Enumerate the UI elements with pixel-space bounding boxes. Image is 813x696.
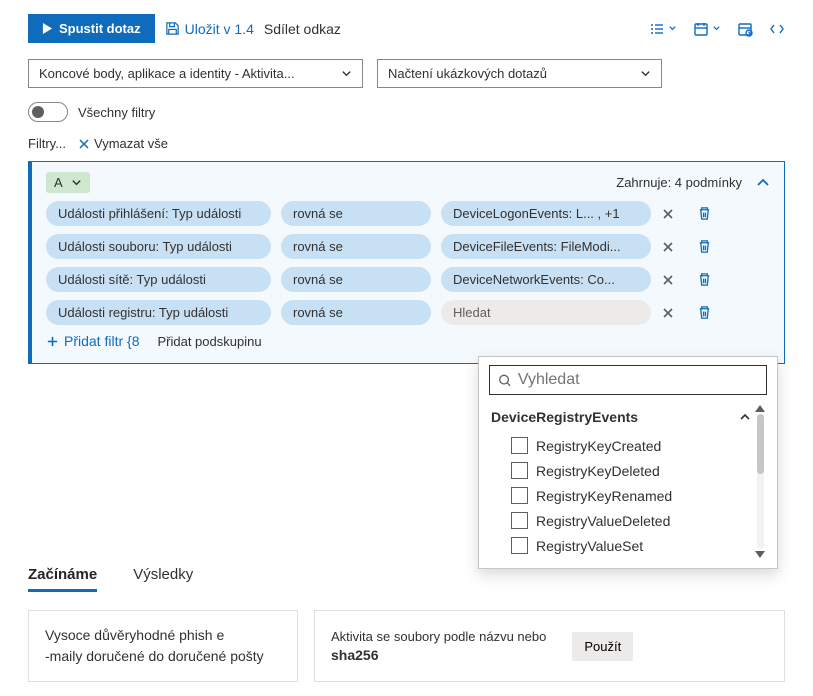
search-icon <box>498 373 512 388</box>
field-pill[interactable]: Události přihlášení: Typ události <box>46 201 271 226</box>
popup-search-input[interactable] <box>518 371 758 389</box>
clear-all-label: Vymazat vše <box>94 136 168 151</box>
group-operator-chip[interactable]: A <box>46 172 90 193</box>
tab-results[interactable]: Výsledky <box>133 566 193 592</box>
field-pill[interactable]: Události sítě: Typ události <box>46 267 271 292</box>
value-picker-popup: DeviceRegistryEvents RegistryKeyCreatedR… <box>478 356 778 569</box>
samples-dropdown[interactable]: Načtení ukázkových dotazů <box>377 59 662 88</box>
clear-value-icon[interactable] <box>661 306 675 320</box>
popup-option[interactable]: RegistryKeyRenamed <box>489 483 753 508</box>
delete-row-icon[interactable] <box>697 239 712 254</box>
apply-button[interactable]: Použít <box>572 632 633 661</box>
run-query-button[interactable]: Spustit dotaz <box>28 14 155 43</box>
save-button[interactable]: Uložit v 1.4 <box>165 21 254 37</box>
scope-dropdown[interactable]: Koncové body, aplikace a identity - Akti… <box>28 59 363 88</box>
popup-option[interactable]: RegistryKeyDeleted <box>489 458 753 483</box>
list-view-icon[interactable] <box>649 21 677 37</box>
sample-query-card-phish[interactable]: Vysoce důvěryhodné phish e -maily doruče… <box>28 610 298 682</box>
scope-label: Koncové body, aplikace a identity - Akti… <box>39 66 295 81</box>
value-pill[interactable]: Hledat <box>441 300 651 325</box>
clear-all-button[interactable]: Vymazat vše <box>78 136 168 151</box>
all-filters-toggle[interactable] <box>28 102 68 122</box>
value-pill[interactable]: DeviceFileEvents: FileModi... <box>441 234 651 259</box>
condition-row: Události sítě: Typ události rovná se Devic… <box>46 267 770 292</box>
popup-scrollbar[interactable] <box>753 405 767 558</box>
schedule-icon[interactable] <box>737 21 753 37</box>
clear-value-icon[interactable] <box>661 273 675 287</box>
delete-row-icon[interactable] <box>697 305 712 320</box>
value-pill[interactable]: DeviceNetworkEvents: Co... <box>441 267 651 292</box>
popup-group-header[interactable]: DeviceRegistryEvents <box>489 405 753 433</box>
checkbox[interactable] <box>511 487 528 504</box>
group-summary: Zahrnuje: 4 podmínky <box>616 175 742 190</box>
file-card-bold: sha256 <box>331 647 546 663</box>
operator-pill[interactable]: rovná se <box>281 201 431 226</box>
condition-row: Události souboru: Typ události rovná se De… <box>46 234 770 259</box>
field-pill[interactable]: Události souboru: Typ události <box>46 234 271 259</box>
toolbar: Spustit dotaz Uložit v 1.4 Sdílet odkaz <box>28 14 785 43</box>
chevron-up-icon <box>739 411 751 423</box>
tab-getting-started[interactable]: Začínáme <box>28 566 97 592</box>
checkbox[interactable] <box>511 512 528 529</box>
clear-value-icon[interactable] <box>661 240 675 254</box>
add-filter-label: Přidat filtr {8 <box>64 333 139 349</box>
sample-query-card-file: Aktivita se soubory podle názvu nebo sha… <box>314 610 785 682</box>
scroll-down-icon[interactable] <box>755 551 765 558</box>
condition-row: Události přihlášení: Typ události rovná s… <box>46 201 770 226</box>
filters-link[interactable]: Filtry... <box>28 136 66 151</box>
code-icon[interactable] <box>769 21 785 37</box>
popup-option[interactable]: RegistryKeyCreated <box>489 433 753 458</box>
field-pill[interactable]: Události registru: Typ události <box>46 300 271 325</box>
popup-option[interactable]: RegistryValueDeleted <box>489 508 753 533</box>
filter-group-card: A Zahrnuje: 4 podmínky Události přihláše… <box>28 161 785 364</box>
checkbox[interactable] <box>511 537 528 554</box>
group-name: A <box>54 175 63 190</box>
add-subgroup-button[interactable]: Přidat podskupinu <box>157 334 261 349</box>
value-pill[interactable]: DeviceLogonEvents: L... , +1 <box>441 201 651 226</box>
run-query-label: Spustit dotaz <box>59 21 141 36</box>
popup-search-box[interactable] <box>489 365 767 395</box>
condition-row: Události registru: Typ události rovná se H… <box>46 300 770 325</box>
date-range-icon[interactable] <box>693 21 721 37</box>
delete-row-icon[interactable] <box>697 272 712 287</box>
share-link[interactable]: Sdílet odkaz <box>264 21 341 37</box>
checkbox[interactable] <box>511 437 528 454</box>
checkbox[interactable] <box>511 462 528 479</box>
save-label: Uložit v 1.4 <box>185 21 254 37</box>
clear-value-icon[interactable] <box>661 207 675 221</box>
scroll-up-icon[interactable] <box>755 405 765 412</box>
delete-row-icon[interactable] <box>697 206 712 221</box>
all-filters-label: Všechny filtry <box>78 105 155 120</box>
operator-pill[interactable]: rovná se <box>281 234 431 259</box>
samples-label: Načtení ukázkových dotazů <box>388 66 547 81</box>
popup-option[interactable]: RegistryValueSet <box>489 533 753 558</box>
collapse-icon[interactable] <box>756 176 770 190</box>
operator-pill[interactable]: rovná se <box>281 267 431 292</box>
add-filter-button[interactable]: Přidat filtr {8 <box>46 333 139 349</box>
file-card-title: Aktivita se soubory podle názvu nebo <box>331 629 546 644</box>
operator-pill[interactable]: rovná se <box>281 300 431 325</box>
